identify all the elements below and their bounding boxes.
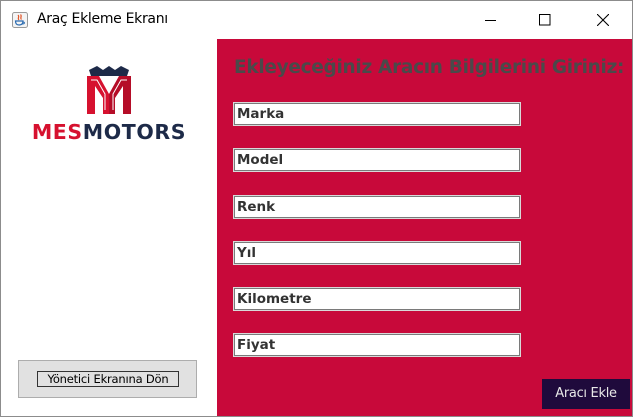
minimize-button[interactable] <box>468 1 514 39</box>
add-vehicle-button[interactable]: Aracı Ekle <box>542 379 630 409</box>
vehicle-form-panel: Ekleyeceğiniz Aracın Bilgilerini Giriniz… <box>217 39 632 416</box>
brand-field[interactable]: Marka <box>233 102 521 126</box>
back-to-admin-label: Yönetici Ekranına Dön <box>37 371 179 387</box>
color-field[interactable]: Renk <box>233 195 521 219</box>
form-heading: Ekleyeceğiniz Aracın Bilgilerini Giriniz… <box>234 57 625 78</box>
maximize-icon <box>539 14 551 26</box>
app-window: Araç Ekleme Ekranı MESMOTORS Yönetici Ek… <box>0 0 633 417</box>
title-bar[interactable]: Araç Ekleme Ekranı <box>1 1 632 39</box>
maximize-button[interactable] <box>522 1 568 39</box>
brand-logo: MESMOTORS <box>7 64 211 144</box>
close-button[interactable] <box>580 1 626 39</box>
mileage-field[interactable]: Kilometre <box>233 287 521 311</box>
logo-text-motors: MOTORS <box>82 120 187 144</box>
year-field[interactable]: Yıl <box>233 241 521 265</box>
model-field[interactable]: Model <box>233 148 521 172</box>
minimize-icon <box>485 20 496 21</box>
price-field[interactable]: Fiyat <box>233 333 521 357</box>
left-panel: MESMOTORS Yönetici Ekranına Dön <box>1 39 217 416</box>
java-icon <box>12 12 28 28</box>
back-to-admin-button[interactable]: Yönetici Ekranına Dön <box>18 360 197 398</box>
logo-wordmark: MESMOTORS <box>7 120 211 144</box>
logo-text-mes: MES <box>31 120 83 144</box>
logo-emblem-icon <box>87 66 131 114</box>
window-title: Araç Ekleme Ekranı <box>37 11 168 27</box>
close-icon <box>597 14 609 26</box>
